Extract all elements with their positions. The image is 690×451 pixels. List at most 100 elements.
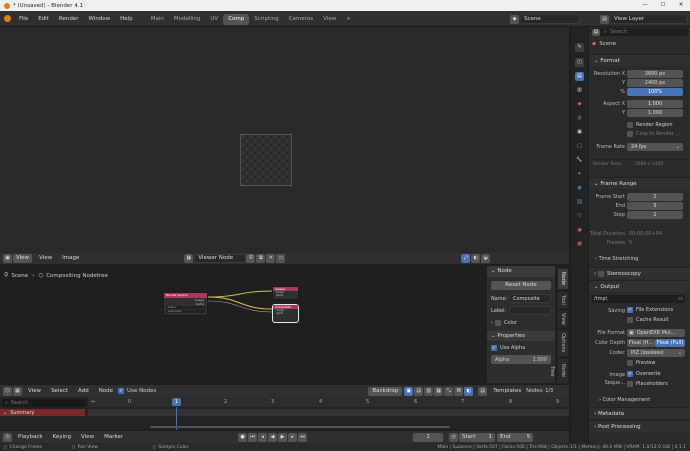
node-view-menu[interactable]: View [23, 385, 46, 397]
view-layer-field[interactable]: View Layer [610, 14, 688, 24]
record-icon[interactable]: ● [238, 432, 248, 442]
fake-user-icon[interactable]: ⛨ [246, 254, 256, 263]
prev-key-icon[interactable]: ◂ [258, 432, 268, 442]
post-processing-panel-header[interactable]: › Post Processing [589, 420, 690, 432]
timeline-view-menu[interactable]: View [76, 431, 99, 443]
stereoscopy-panel-header[interactable]: › Stereoscopy [589, 267, 690, 279]
frame-end-field[interactable]: 5 [627, 202, 683, 210]
texture-icon[interactable]: ▩ [575, 240, 584, 249]
properties-editor-type-icon[interactable]: ▤ [592, 28, 600, 36]
res-x-field[interactable]: 3600 px [627, 70, 683, 78]
frame-start-field[interactable]: 1 [627, 193, 683, 201]
stereoscopy-checkbox[interactable] [597, 270, 604, 277]
jump-end-icon[interactable]: ⏭ [298, 432, 308, 442]
render-icon[interactable]: ◰ [575, 58, 584, 67]
output-panel-header[interactable]: ⌄ Output [589, 280, 690, 292]
node-editor-type-icon[interactable]: ⬡ [3, 386, 12, 396]
image-viewer[interactable] [0, 27, 569, 263]
placeholders-toggle[interactable]: Placeholders [627, 381, 668, 387]
metadata-panel-header[interactable]: › Metadata [589, 407, 690, 419]
scene-name-field[interactable]: Scene [520, 14, 580, 24]
backdrop-channel-g-icon[interactable]: ▥ [424, 386, 434, 396]
backdrop-button[interactable]: Backdrop [368, 386, 403, 396]
use-alpha-checkbox[interactable]: ✓ [491, 345, 497, 351]
alpha-slider[interactable]: Alpha 1.000 [491, 355, 551, 364]
scene-selector[interactable]: ◆ Scene [510, 14, 580, 24]
tab-cameras[interactable]: Cameras [284, 14, 318, 25]
render-region-toggle[interactable]: Render Region [627, 122, 673, 128]
tab-view[interactable]: View [318, 14, 341, 25]
tab-scripting[interactable]: Scripting [249, 14, 283, 25]
node-select-menu[interactable]: Select [46, 385, 73, 397]
play-icon[interactable]: ▶ [278, 432, 288, 442]
properties-search[interactable]: ▤ ⌕ Search [591, 28, 688, 36]
tab-modelling[interactable]: Modelling [169, 14, 206, 25]
properties-subpanel[interactable]: ⌄ Properties [487, 331, 555, 341]
sidebar-tab-options[interactable]: Options [557, 329, 569, 357]
folder-icon[interactable]: ▭ [678, 296, 683, 302]
unlink-image-icon[interactable]: ✕ [266, 254, 276, 263]
data-icon[interactable]: ▽ [575, 212, 584, 221]
reset-node-button[interactable]: Reset Node [491, 281, 551, 290]
node-add-menu[interactable]: Add [73, 385, 94, 397]
use-nodes-checkbox[interactable]: ✓ [118, 388, 125, 394]
constraints-icon[interactable]: ⛓ [575, 198, 584, 207]
timeline-search-field[interactable]: ⌕ Search [2, 399, 86, 407]
node-node-menu[interactable]: Node [94, 385, 118, 397]
jump-start-icon[interactable]: ⏮ [248, 432, 258, 442]
menu-edit[interactable]: Edit [33, 11, 54, 27]
aspect-x-field[interactable]: 1.000 [627, 100, 683, 108]
res-pct-slider[interactable]: 100% [627, 88, 683, 96]
physics-icon[interactable]: ◉ [575, 184, 584, 193]
crop-checkbox[interactable] [627, 131, 633, 137]
aspect-y-field[interactable]: 1.000 [627, 109, 683, 117]
tab-comp[interactable]: Comp [223, 14, 250, 25]
color-subpanel[interactable]: › Color [491, 320, 551, 326]
scene-icon[interactable]: ◆ [575, 100, 584, 109]
sidebar-tab-tool[interactable]: Tool [557, 291, 569, 309]
node-editor[interactable]: ⛭ Scene › ⬡ Compositing Nodetree Render … [0, 264, 569, 384]
render-region-checkbox[interactable] [627, 122, 633, 128]
view-menu-2[interactable]: View [34, 253, 57, 264]
overlay-icon[interactable]: ◐ [471, 254, 481, 263]
pin-icon[interactable]: ▭ [276, 254, 286, 263]
start-frame-field[interactable]: Start 1 [459, 432, 496, 442]
editor-type-icon[interactable]: ▣ [3, 254, 12, 263]
depth-full-button[interactable]: Float (Full) [655, 339, 685, 347]
sidebar-tab-view[interactable]: View [557, 310, 569, 328]
time-stretching-subpanel[interactable]: › Time Stretching [595, 256, 638, 262]
placeholders-checkbox[interactable] [627, 381, 633, 387]
crop-toggle[interactable]: Crop to Render ... [627, 131, 680, 137]
frame-rate-dropdown[interactable]: 24 fps ⌄ [627, 143, 683, 151]
minimize-button[interactable]: — [636, 0, 654, 11]
color-management-subpanel[interactable]: › Color Management [599, 397, 650, 403]
object-icon[interactable]: ▢ [575, 142, 584, 151]
overwrite-checkbox[interactable]: ✓ [627, 371, 633, 377]
sidebar-tab-node[interactable]: Node [557, 268, 569, 290]
view-layer-selector[interactable]: ▤ View Layer [600, 14, 688, 24]
timeline-area[interactable]: ⌕ Search ⌄ Summary ⇔ 0 2 3 4 5 6 7 8 9 1 [0, 397, 569, 430]
playhead-frame[interactable]: 1 [172, 398, 181, 406]
preview-checkbox[interactable] [627, 360, 633, 366]
current-frame-field[interactable]: 1 [413, 432, 444, 442]
scrub-left-icon[interactable]: ⇔ [91, 399, 95, 405]
image-browse-icon[interactable]: ▦ [184, 254, 194, 263]
cache-result-checkbox[interactable] [627, 317, 633, 323]
gizmo-icon[interactable]: ⤢ [461, 254, 471, 263]
templates-menu[interactable]: Templates [488, 385, 526, 397]
menu-window[interactable]: Window [83, 11, 115, 27]
material-icon[interactable]: ◕ [575, 226, 584, 235]
menu-file[interactable]: File [14, 11, 33, 27]
depth-half-button[interactable]: Float (H... [627, 339, 655, 347]
backdrop-fit-icon[interactable]: ⤡ [444, 386, 454, 396]
frame-ruler[interactable] [88, 397, 569, 407]
res-y-field[interactable]: 2400 px [627, 79, 683, 87]
image-name-field[interactable]: Viewer Node [194, 254, 247, 263]
next-key-icon[interactable]: ▸ [288, 432, 298, 442]
timeline-scrollbar[interactable] [150, 426, 450, 428]
output-icon[interactable]: ▤ [575, 72, 584, 81]
backdrop-channel-r-icon[interactable]: ▤ [414, 386, 424, 396]
cache-result-toggle[interactable]: Cache Result [627, 317, 669, 323]
node-label-field[interactable] [509, 306, 551, 315]
modifier-icon[interactable]: 🔧 [575, 156, 584, 165]
